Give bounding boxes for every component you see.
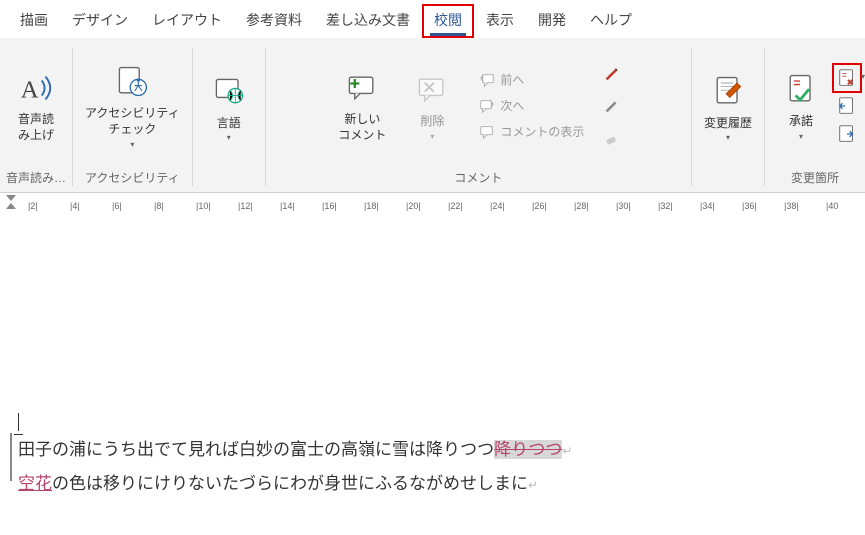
prev-comment-label: 前へ (500, 71, 524, 88)
accessibility-icon (112, 62, 152, 102)
ruler-mark: |4| (70, 201, 80, 211)
accessibility-label: アクセシビリティ チェック (85, 106, 180, 137)
ruler-mark: |28| (574, 201, 589, 211)
ruler-mark: |8| (154, 201, 164, 211)
paragraph-mark: ↵ (562, 444, 572, 458)
track-changes-icon (708, 72, 748, 112)
ruler-mark: |38| (784, 201, 799, 211)
dropdown-icon: ▾ (227, 133, 231, 142)
next-change-button[interactable] (835, 122, 859, 146)
accept-button[interactable]: 承諾 ▾ (771, 66, 831, 145)
delete-comment-button[interactable]: 削除 ▾ (402, 66, 462, 145)
ribbon-tabs: 描画 デザイン レイアウト 参考資料 差し込み文書 校閲 表示 開発 ヘルプ (0, 0, 865, 38)
dropdown-icon: ▾ (799, 132, 803, 141)
new-comment-label: 新しい コメント (338, 112, 386, 143)
next-comment-label: 次へ (500, 97, 524, 114)
ruler-mark: |2| (28, 201, 38, 211)
dropdown-icon: ▾ (430, 132, 434, 141)
prev-comment-button[interactable]: 前へ (472, 68, 590, 92)
accept-icon (781, 70, 821, 110)
tab-design[interactable]: デザイン (60, 4, 140, 38)
tab-mailings[interactable]: 差し込み文書 (314, 4, 422, 38)
document-area[interactable]: 田子の浦にうち出でて見れば白妙の富士の高嶺に雪は降りつつ降りつつ↵ 空花の色は移… (0, 213, 865, 501)
accessibility-check-button[interactable]: アクセシビリティ チェック ▾ (79, 58, 186, 152)
group-changes-label: 変更箇所 (791, 167, 839, 190)
ruler-mark: |40 (826, 201, 838, 211)
group-comments-label: コメント (454, 167, 502, 190)
group-language: 言語 ▾ (193, 38, 265, 192)
inserted-text[interactable]: 空花 (18, 474, 52, 493)
pencil-icon[interactable] (600, 94, 624, 118)
tab-layout[interactable]: レイアウト (140, 4, 234, 38)
tab-drawing[interactable]: 描画 (8, 4, 60, 38)
language-label: 言語 (217, 116, 241, 132)
show-comments-icon (478, 123, 496, 141)
reject-button[interactable]: ▾ (835, 66, 859, 90)
eraser-icon[interactable] (600, 126, 624, 150)
text-cursor (18, 413, 19, 431)
ruler-mark: |6| (112, 201, 122, 211)
ruler-mark: |20| (406, 201, 421, 211)
read-aloud-label: 音声読 み上げ (18, 112, 54, 143)
doc-line2-text[interactable]: の色は移りにけりないたづらにわが身世にふるながめせしまに (52, 474, 528, 493)
ruler-mark: |22| (448, 201, 463, 211)
next-comment-icon (478, 97, 496, 115)
change-bar (10, 433, 12, 481)
ruler-mark: |14| (280, 201, 295, 211)
ruler-mark: |24| (490, 201, 505, 211)
group-accessibility: アクセシビリティ チェック ▾ アクセシビリティ (73, 38, 192, 192)
group-speech-label: 音声読み… (6, 167, 66, 190)
doc-line1-text[interactable]: 田子の浦にうち出でて見れば白妙の富士の高嶺に雪は降りつつ (18, 440, 494, 459)
group-speech: A 音声読 み上げ 音声読み… (0, 38, 72, 192)
language-button[interactable]: 言語 ▾ (199, 68, 259, 147)
group-tracking: 変更履歴 ▾ (692, 38, 764, 192)
next-comment-button[interactable]: 次へ (472, 94, 590, 118)
ruler[interactable]: |2| |4| |6| |8| |10| |12| |14| |16| |18| |20| |22|… (0, 193, 865, 213)
tab-references[interactable]: 参考資料 (234, 4, 314, 38)
new-comment-button[interactable]: 新しい コメント (332, 64, 392, 147)
ruler-mark: |30| (616, 201, 631, 211)
svg-text:A: A (21, 76, 39, 103)
ruler-mark: |34| (700, 201, 715, 211)
ruler-mark: |12| (238, 201, 253, 211)
deleted-text[interactable]: 降りつつ (494, 440, 562, 459)
ribbon: A 音声読 み上げ 音声読み… (0, 38, 865, 193)
ink-pen-icon[interactable] (600, 62, 624, 86)
tab-review[interactable]: 校閲 (422, 4, 474, 38)
ruler-mark: |36| (742, 201, 757, 211)
tab-help[interactable]: ヘルプ (578, 4, 644, 38)
hanging-indent-marker[interactable] (6, 203, 16, 209)
ruler-mark: |18| (364, 201, 379, 211)
group-comments: 新しい コメント 削除 ▾ (266, 38, 691, 192)
delete-comment-icon (412, 70, 452, 110)
dropdown-icon: ▾ (726, 133, 730, 142)
paragraph-mark: ↵ (528, 478, 538, 492)
new-comment-icon (342, 68, 382, 108)
track-changes-label: 変更履歴 (704, 116, 752, 132)
delete-comment-label: 削除 (420, 114, 444, 130)
track-changes-button[interactable]: 変更履歴 ▾ (698, 68, 758, 147)
word-app-window: 描画 デザイン レイアウト 参考資料 差し込み文書 校閲 表示 開発 ヘルプ A (0, 0, 865, 535)
dropdown-icon: ▾ (130, 140, 134, 149)
tab-developer[interactable]: 開発 (526, 4, 578, 38)
read-aloud-button[interactable]: A 音声読 み上げ (6, 64, 66, 147)
show-comments-label: コメントの表示 (500, 123, 584, 140)
language-icon (209, 72, 249, 112)
tab-view[interactable]: 表示 (474, 4, 526, 38)
prev-change-button[interactable] (835, 94, 859, 118)
group-accessibility-label: アクセシビリティ (85, 167, 180, 190)
ruler-mark: |16| (322, 201, 337, 211)
read-aloud-icon: A (16, 68, 56, 108)
ruler-mark: |32| (658, 201, 673, 211)
prev-comment-icon (478, 71, 496, 89)
show-comments-button[interactable]: コメントの表示 (472, 120, 590, 144)
first-line-indent-marker[interactable] (6, 195, 16, 201)
group-changes: 承諾 ▾ ▾ (765, 38, 865, 192)
accept-label: 承諾 (789, 114, 813, 130)
ruler-mark: |10| (196, 201, 211, 211)
ruler-mark: |26| (532, 201, 547, 211)
